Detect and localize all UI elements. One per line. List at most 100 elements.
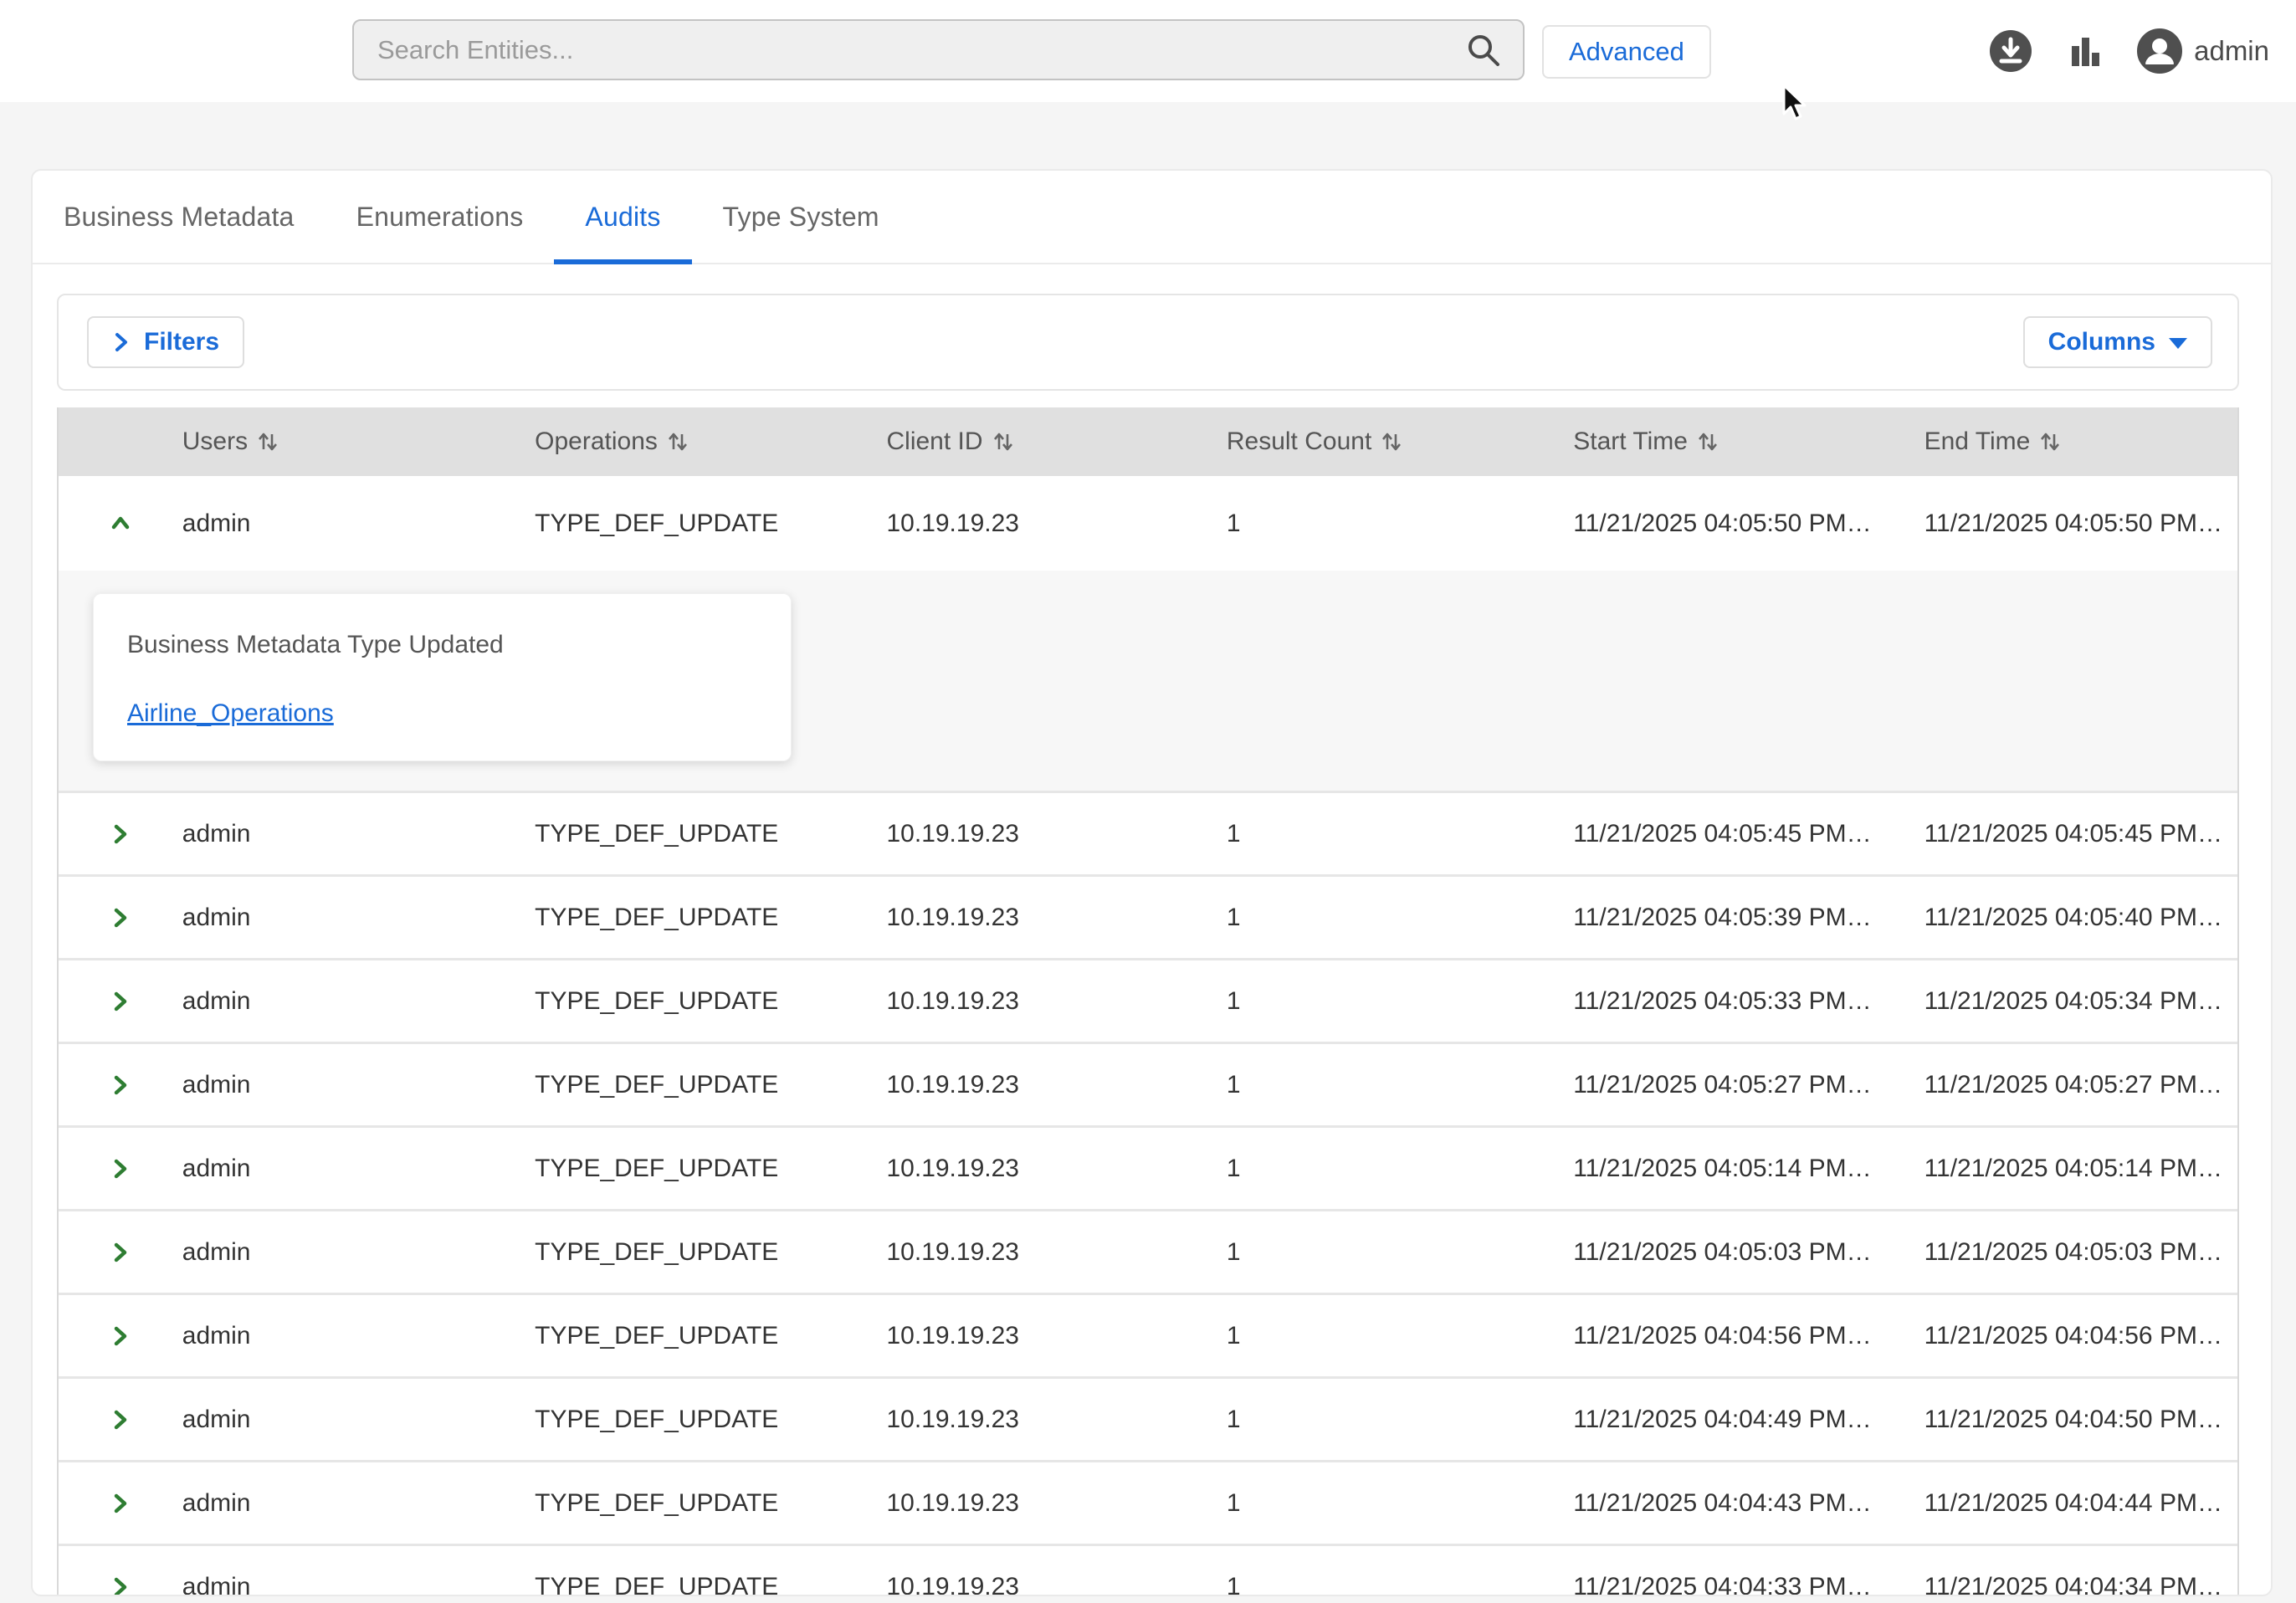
cell-result-count: 1 bbox=[1227, 904, 1573, 932]
chevron-right-icon[interactable] bbox=[108, 1324, 133, 1349]
cell-start-time: 11/21/2025 04:05:27 PM… bbox=[1573, 1071, 1924, 1099]
table-row[interactable]: adminTYPE_DEF_UPDATE10.19.19.23111/21/20… bbox=[59, 791, 2237, 874]
filters-button[interactable]: Filters bbox=[87, 316, 244, 368]
cell-end-time: 11/21/2025 04:04:56 PM… bbox=[1924, 1322, 2237, 1350]
chevron-right-icon[interactable] bbox=[108, 1575, 133, 1597]
tab-audits[interactable]: Audits bbox=[554, 171, 691, 263]
table-row[interactable]: adminTYPE_DEF_UPDATE10.19.19.23111/21/20… bbox=[59, 1376, 2237, 1460]
cell-user: admin bbox=[182, 820, 535, 848]
cell-start-time: 11/21/2025 04:04:43 PM… bbox=[1573, 1489, 1924, 1518]
sort-icon bbox=[256, 428, 279, 455]
row-expander[interactable] bbox=[59, 822, 182, 847]
chevron-right-icon[interactable] bbox=[108, 1073, 133, 1098]
cell-start-time: 11/21/2025 04:05:45 PM… bbox=[1573, 820, 1924, 848]
cell-operation: TYPE_DEF_UPDATE bbox=[535, 1238, 886, 1267]
column-header-end-time[interactable]: End Time bbox=[1924, 428, 2237, 456]
tab-business-metadata[interactable]: Business Metadata bbox=[33, 171, 325, 263]
row-expander[interactable] bbox=[59, 905, 182, 930]
table-row[interactable]: adminTYPE_DEF_UPDATE10.19.19.23111/21/20… bbox=[59, 1544, 2237, 1596]
cell-result-count: 1 bbox=[1227, 1155, 1573, 1183]
cell-end-time: 11/21/2025 04:04:44 PM… bbox=[1924, 1489, 2237, 1518]
row-expander[interactable] bbox=[59, 989, 182, 1014]
cell-operation: TYPE_DEF_UPDATE bbox=[535, 1573, 886, 1597]
table-row[interactable]: adminTYPE_DEF_UPDATE10.19.19.23111/21/20… bbox=[59, 1125, 2237, 1209]
table-row[interactable]: adminTYPE_DEF_UPDATE10.19.19.23111/21/20… bbox=[59, 476, 2237, 571]
search-input[interactable] bbox=[352, 19, 1525, 80]
chevron-right-icon[interactable] bbox=[108, 1240, 133, 1265]
column-header-label: End Time bbox=[1924, 428, 2031, 456]
row-expander[interactable] bbox=[59, 1324, 182, 1349]
cell-user: admin bbox=[182, 1155, 535, 1183]
cell-operation: TYPE_DEF_UPDATE bbox=[535, 987, 886, 1016]
row-expander[interactable] bbox=[59, 1575, 182, 1597]
cell-result-count: 1 bbox=[1227, 1238, 1573, 1267]
advanced-search-button[interactable]: Advanced bbox=[1542, 25, 1711, 79]
row-expander[interactable] bbox=[59, 1240, 182, 1265]
audit-detail-card: Business Metadata Type Updated Airline_Op… bbox=[93, 593, 792, 761]
cell-operation: TYPE_DEF_UPDATE bbox=[535, 1155, 886, 1183]
bar-chart-icon bbox=[2065, 31, 2105, 71]
audit-detail-title: Business Metadata Type Updated bbox=[127, 631, 757, 659]
table-body: adminTYPE_DEF_UPDATE10.19.19.23111/21/20… bbox=[59, 476, 2237, 1596]
filters-label: Filters bbox=[144, 328, 219, 356]
cell-result-count: 1 bbox=[1227, 987, 1573, 1016]
cell-end-time: 11/21/2025 04:05:03 PM… bbox=[1924, 1238, 2237, 1267]
row-expander[interactable] bbox=[59, 1156, 182, 1181]
admin-panel-card: Business MetadataEnumerationsAuditsType … bbox=[31, 169, 2273, 1596]
tab-type-system[interactable]: Type System bbox=[692, 171, 910, 263]
cell-result-count: 1 bbox=[1227, 1489, 1573, 1518]
cell-operation: TYPE_DEF_UPDATE bbox=[535, 1406, 886, 1434]
cell-operation: TYPE_DEF_UPDATE bbox=[535, 1071, 886, 1099]
chevron-up-icon[interactable] bbox=[108, 511, 133, 536]
row-expander[interactable] bbox=[59, 1073, 182, 1098]
cell-operation: TYPE_DEF_UPDATE bbox=[535, 1322, 886, 1350]
cell-client-id: 10.19.19.23 bbox=[886, 1155, 1226, 1183]
cell-start-time: 11/21/2025 04:04:33 PM… bbox=[1573, 1573, 1924, 1597]
cell-user: admin bbox=[182, 987, 535, 1016]
column-header-users[interactable]: Users bbox=[182, 428, 535, 456]
table-row[interactable]: adminTYPE_DEF_UPDATE10.19.19.23111/21/20… bbox=[59, 958, 2237, 1042]
table-header-row: UsersOperationsClient ID Result CountStar… bbox=[59, 407, 2237, 476]
row-expander[interactable] bbox=[59, 511, 182, 536]
user-menu-button[interactable]: admin bbox=[2137, 28, 2269, 74]
columns-button[interactable]: Columns bbox=[2023, 316, 2212, 368]
table-row[interactable]: adminTYPE_DEF_UPDATE10.19.19.23111/21/20… bbox=[59, 1460, 2237, 1544]
chevron-right-icon[interactable] bbox=[108, 1156, 133, 1181]
chevron-right-icon[interactable] bbox=[108, 822, 133, 847]
download-button[interactable] bbox=[1988, 28, 2033, 74]
statistics-button[interactable] bbox=[2065, 31, 2105, 71]
row-expander[interactable] bbox=[59, 1407, 182, 1432]
search-icon[interactable] bbox=[1464, 31, 1503, 69]
sort-icon bbox=[2038, 428, 2062, 455]
column-header-start-time[interactable]: Start Time bbox=[1573, 428, 1924, 456]
caret-down-icon bbox=[2169, 338, 2187, 349]
table-row[interactable]: adminTYPE_DEF_UPDATE10.19.19.23111/21/20… bbox=[59, 1042, 2237, 1125]
cell-operation: TYPE_DEF_UPDATE bbox=[535, 820, 886, 848]
column-header-label: Client ID bbox=[886, 428, 982, 456]
chevron-right-icon[interactable] bbox=[108, 905, 133, 930]
table-row[interactable]: adminTYPE_DEF_UPDATE10.19.19.23111/21/20… bbox=[59, 1209, 2237, 1293]
tab-bar: Business MetadataEnumerationsAuditsType … bbox=[33, 171, 2271, 264]
table-row[interactable]: adminTYPE_DEF_UPDATE10.19.19.23111/21/20… bbox=[59, 1293, 2237, 1376]
audit-detail-link[interactable]: Airline_Operations bbox=[127, 699, 334, 727]
column-header-operations[interactable]: Operations bbox=[535, 428, 886, 456]
chevron-right-icon[interactable] bbox=[108, 1407, 133, 1432]
cell-operation: TYPE_DEF_UPDATE bbox=[535, 1489, 886, 1518]
cell-end-time: 11/21/2025 04:04:34 PM… bbox=[1924, 1573, 2237, 1597]
column-header-client-id[interactable]: Client ID bbox=[886, 428, 1226, 456]
row-detail-zone: Business Metadata Type Updated Airline_Op… bbox=[59, 571, 2237, 791]
cell-start-time: 11/21/2025 04:05:50 PM… bbox=[1573, 510, 1924, 538]
sort-icon bbox=[1696, 428, 1719, 455]
cell-client-id: 10.19.19.23 bbox=[886, 510, 1226, 538]
cell-client-id: 10.19.19.23 bbox=[886, 820, 1226, 848]
columns-label: Columns bbox=[2048, 328, 2155, 356]
column-header-result-count[interactable]: Result Count bbox=[1227, 428, 1573, 456]
table-row[interactable]: adminTYPE_DEF_UPDATE10.19.19.23111/21/20… bbox=[59, 874, 2237, 958]
chevron-right-icon[interactable] bbox=[108, 1491, 133, 1516]
cell-result-count: 1 bbox=[1227, 820, 1573, 848]
row-expander[interactable] bbox=[59, 1491, 182, 1516]
tab-enumerations[interactable]: Enumerations bbox=[325, 171, 555, 263]
chevron-right-icon[interactable] bbox=[108, 989, 133, 1014]
cell-client-id: 10.19.19.23 bbox=[886, 904, 1226, 932]
cell-client-id: 10.19.19.23 bbox=[886, 1573, 1226, 1597]
